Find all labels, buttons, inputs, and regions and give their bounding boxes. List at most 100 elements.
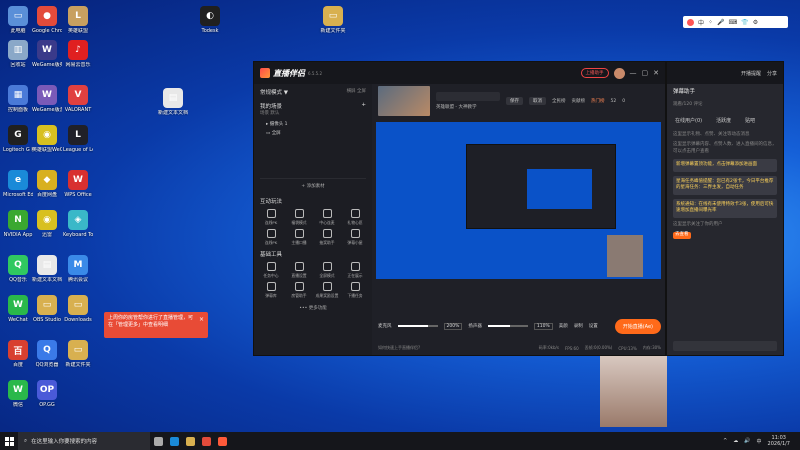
tab-activity[interactable]: 活跃度 xyxy=(716,117,731,124)
taskbar-app-chrome[interactable] xyxy=(198,432,214,450)
desktop-icon[interactable]: ▥ 回收站 xyxy=(3,40,33,68)
tool-item[interactable]: 正在展示 xyxy=(342,262,368,279)
sogou-voice-icon[interactable]: 🎤 xyxy=(717,19,724,26)
beauty-button[interactable]: 美颜 xyxy=(559,323,568,329)
go-live-helper-button[interactable]: 上播助手 xyxy=(580,68,609,78)
maximize-icon[interactable]: ▢ xyxy=(642,69,649,77)
desktop-icon[interactable]: ▦ 控制面板 xyxy=(3,85,33,113)
desktop-icon[interactable]: ▭ 此电脑 xyxy=(3,6,33,34)
settings-button[interactable]: 设置 xyxy=(589,323,598,329)
tray-overflow-icon[interactable]: ^ xyxy=(723,438,727,444)
sogou-ime-mode[interactable]: 中 xyxy=(698,18,704,27)
sogou-settings-icon[interactable]: ⚙ xyxy=(753,19,758,26)
desktop-icon[interactable]: G Logitech G HUB xyxy=(3,125,33,153)
tool-item[interactable]: 下播任务 xyxy=(342,282,368,299)
desktop-icon[interactable]: ◉ 迅雷 xyxy=(32,210,62,238)
avatar[interactable] xyxy=(613,67,625,79)
tab-online-users[interactable]: 在线用户(0) xyxy=(675,117,702,124)
close-icon[interactable]: × xyxy=(199,316,204,323)
share-button[interactable]: 分享 xyxy=(767,70,777,77)
cover-thumbnail[interactable] xyxy=(378,86,430,116)
help-link[interactable]: 如何快速上手直播伴侣? xyxy=(378,345,420,351)
desktop-icon[interactable]: W WeGame版英雄联盟 xyxy=(32,40,62,68)
desktop-icon[interactable]: ◈ Keyboard Tool xyxy=(63,210,93,238)
desktop-icon[interactable]: W 微信 xyxy=(3,380,33,408)
sogou-toolbar[interactable]: 中 ⁘ 🎤 ⌨ 👕 ⚙ xyxy=(683,16,788,28)
ime-indicator[interactable]: 中 xyxy=(757,438,762,445)
clock[interactable]: 11:03 2026/1/7 xyxy=(768,435,790,447)
tool-item[interactable]: 弹幕库 xyxy=(258,282,284,299)
rank-all[interactable]: 全民榜 xyxy=(552,98,566,104)
desktop-icon[interactable]: L League of Legends xyxy=(63,125,93,153)
tool-item[interactable]: 中心连麦 xyxy=(314,209,340,226)
taskbar-app-explorer[interactable] xyxy=(182,432,198,450)
save-button[interactable]: 保存 xyxy=(506,97,523,105)
taskbar-app-live-companion[interactable] xyxy=(214,432,230,450)
desktop-icon[interactable]: V VALORANT xyxy=(63,85,93,113)
tool-item[interactable]: 主播口播 xyxy=(286,229,312,246)
desktop-icon[interactable]: 百百度 xyxy=(3,340,33,368)
record-button[interactable]: 录制 xyxy=(574,323,583,329)
tab-forum[interactable]: 贴吧 xyxy=(745,117,755,124)
add-source-button[interactable]: + 添加素材 xyxy=(260,178,366,189)
chat-input[interactable] xyxy=(673,341,777,351)
mode-select[interactable]: 常规模式 ▼ xyxy=(260,88,288,96)
desktop-icon[interactable]: ▤ 新建文本文档.txt xyxy=(158,88,188,116)
cancel-button[interactable]: 取消 xyxy=(529,97,546,105)
tool-item[interactable]: 连线PK xyxy=(258,209,284,226)
desktop-icon[interactable]: ◐ Todesk xyxy=(195,6,225,34)
tool-item[interactable]: 连线PK xyxy=(258,229,284,246)
tool-item[interactable]: 礼物心愿 xyxy=(342,209,368,226)
volume-icon[interactable]: 🔊 xyxy=(744,438,750,444)
desktop-icon[interactable]: ▭ 新建文件夹 xyxy=(63,340,93,368)
tool-item[interactable]: 房管助手 xyxy=(286,282,312,299)
desktop-icon[interactable]: e Microsoft Edge xyxy=(3,170,33,198)
sogou-punct-icon[interactable]: ⁘ xyxy=(708,19,713,26)
desktop-icon[interactable]: ◉ 英雄联盟WeGame版 xyxy=(32,125,62,153)
taskbar-app-task-view[interactable] xyxy=(150,432,166,450)
add-scene-icon[interactable]: + xyxy=(361,102,366,110)
mic-slider[interactable] xyxy=(397,325,438,327)
taskbar-app-edge[interactable] xyxy=(166,432,182,450)
desktop-icon[interactable]: L 英雄联盟 xyxy=(63,6,93,34)
desktop-icon[interactable]: ▭ OBS Studio xyxy=(32,295,62,323)
notification-toast[interactable]: 上周你的房管帮你进行了直播管理，可在「管理更多」中查看明细 × xyxy=(104,312,208,338)
desktop-icon[interactable]: ▤ 新建文本文档 xyxy=(32,255,62,283)
source-item-camera[interactable]: ▸ 摄像头 1 xyxy=(266,120,366,129)
start-live-button[interactable]: 开始直播(Ae) xyxy=(614,318,661,334)
close-icon[interactable]: ✕ xyxy=(653,69,659,77)
speaker-label[interactable]: 扬声器 xyxy=(468,323,482,329)
category-text[interactable]: 英雄联盟 - 大神教学 xyxy=(436,104,500,110)
desktop-icon[interactable]: OP OP.GG xyxy=(32,380,62,408)
tool-item[interactable]: 福袋模式 xyxy=(286,209,312,226)
desktop-icon[interactable]: ▭ 新建文件夹 xyxy=(318,6,348,34)
desktop-icon[interactable]: ♪ 网易云音乐 xyxy=(63,40,93,68)
desktop-icon[interactable]: W WPS Office xyxy=(63,170,93,198)
live-reminder-button[interactable]: 开播提醒 xyxy=(741,70,761,77)
tool-item[interactable]: 直播设置 xyxy=(286,262,312,279)
sogou-keyboard-icon[interactable]: ⌨ xyxy=(729,19,738,26)
orientation-tabs[interactable]: 横屏 全屏 xyxy=(347,88,366,96)
desktop-icon[interactable]: ◆ 百度网盘 xyxy=(32,170,62,198)
view-tag[interactable]: 去查看 xyxy=(673,232,691,239)
start-button[interactable] xyxy=(0,432,18,450)
title-input[interactable] xyxy=(436,92,500,101)
tool-item[interactable]: 任务中心 xyxy=(258,262,284,279)
minimize-icon[interactable]: — xyxy=(630,69,637,77)
tool-item[interactable]: 成果奖励设置 xyxy=(314,282,340,299)
taskbar-search[interactable]: ⌕ 在这里输入你要搜索的内容 xyxy=(18,432,150,450)
rank-hot[interactable]: 热门榜 xyxy=(591,98,605,104)
more-features-button[interactable]: ••• 更多功能 xyxy=(254,305,372,311)
tool-item[interactable]: 弹幕小屋 xyxy=(342,229,368,246)
desktop-icon[interactable]: ▭ Downloads xyxy=(63,295,93,323)
desktop-icon[interactable]: W WeChat xyxy=(3,295,33,323)
mic-label[interactable]: 麦克风 xyxy=(378,323,392,329)
cloud-icon[interactable]: ☁ xyxy=(733,438,738,444)
tool-item[interactable]: 全屏模式 xyxy=(314,262,340,279)
speaker-slider[interactable] xyxy=(487,325,528,327)
desktop-icon[interactable]: N NVIDIA App xyxy=(3,210,33,238)
tool-item[interactable]: 抽奖助手 xyxy=(314,229,340,246)
source-item-fullscreen[interactable]: ▭ 全屏 xyxy=(266,129,366,138)
sogou-skin-icon[interactable]: 👕 xyxy=(741,19,748,26)
desktop-icon[interactable]: M 腾讯会议 xyxy=(63,255,93,283)
